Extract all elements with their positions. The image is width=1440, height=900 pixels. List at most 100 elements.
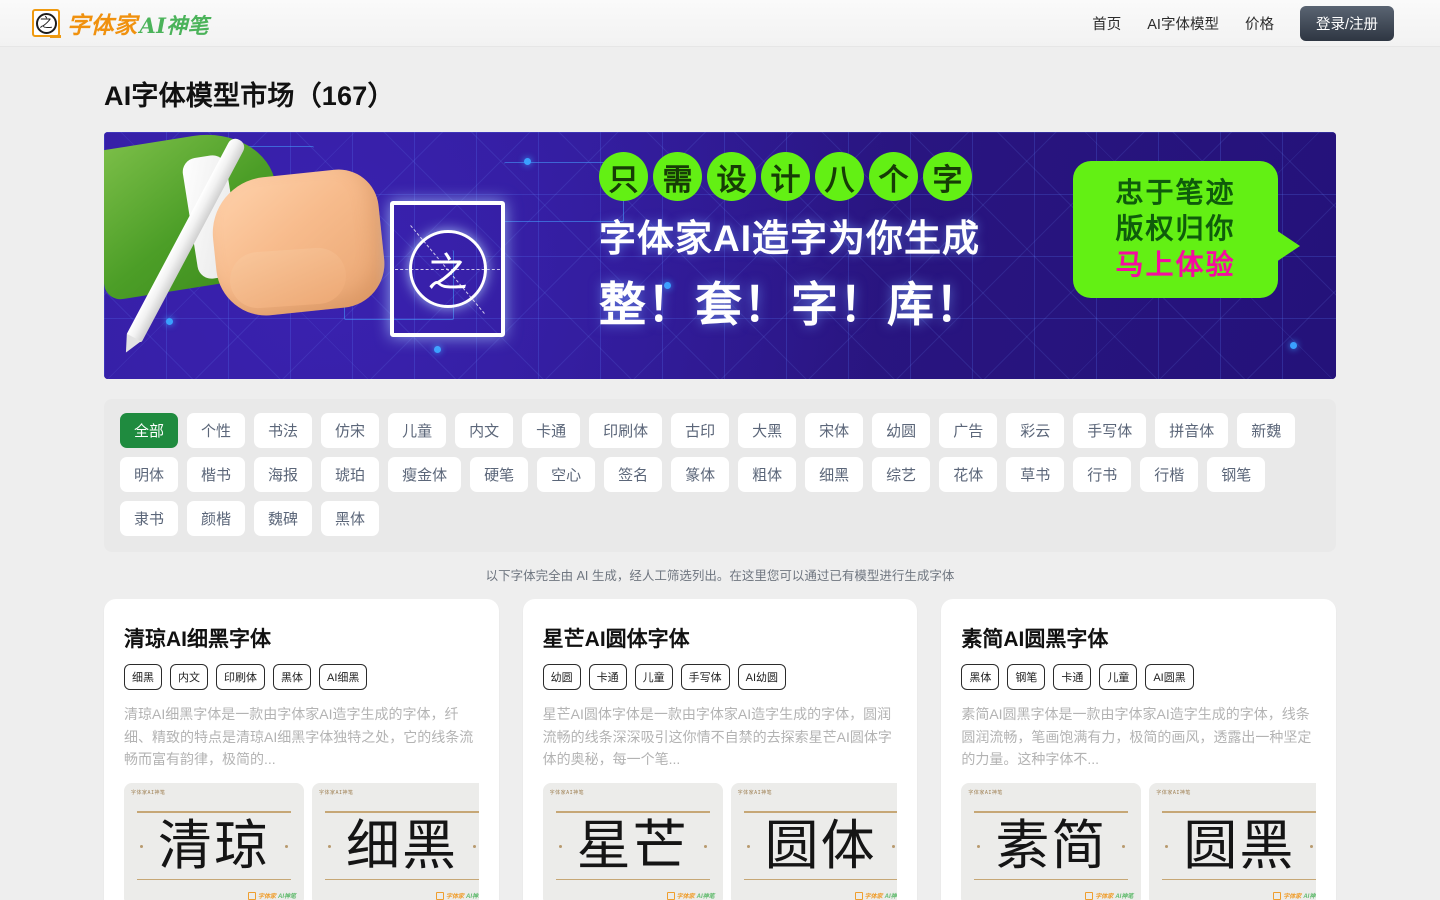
- illustration-knuckles: [228, 246, 348, 310]
- filter-tag-21[interactable]: 瘦金体: [388, 457, 462, 492]
- filter-tag-16[interactable]: 新魏: [1237, 413, 1296, 448]
- watermark-text-ai: AI神笔: [465, 894, 479, 900]
- filter-tag-10[interactable]: 宋体: [805, 413, 864, 448]
- card-tag-2[interactable]: 印刷体: [216, 664, 265, 690]
- filter-tag-15[interactable]: 拼音体: [1155, 413, 1229, 448]
- preview-characters: 清琼: [158, 813, 270, 877]
- filter-tag-26[interactable]: 粗体: [738, 457, 797, 492]
- filter-tag-27[interactable]: 细黑: [805, 457, 864, 492]
- filter-tag-12[interactable]: 广告: [939, 413, 998, 448]
- font-preview-tile[interactable]: 字体家AI神笔细黑字体家AI神笔: [312, 783, 479, 900]
- card-tag-list: 黑体 钢笔 卡通 儿童 AI圆黑: [961, 664, 1316, 690]
- filter-tag-34[interactable]: 隶书: [120, 501, 179, 536]
- card-description: 素简AI圆黑字体是一款由字体家AI造字生成的字体，线条圆润流畅，笔画饱满有力，极…: [961, 706, 1312, 768]
- banner-headline: 字体家AI造字为你生成: [599, 218, 980, 259]
- banner-bubble-row: 只 需 设 计 八 个 字: [599, 152, 1059, 201]
- filter-tag-25[interactable]: 篆体: [671, 457, 730, 492]
- banner-bubble: 个: [869, 152, 918, 201]
- filter-tag-8[interactable]: 古印: [671, 413, 730, 448]
- card-tag-4[interactable]: AI圆黑: [1145, 664, 1194, 690]
- filter-tag-31[interactable]: 行书: [1073, 457, 1132, 492]
- font-preview-tile[interactable]: 字体家AI神笔 素简 字体家 AI神笔: [961, 783, 1142, 900]
- filter-tag-0[interactable]: 全部: [120, 413, 179, 448]
- font-model-card[interactable]: 星芒AI圆体字体 幼圆 卡通 儿童 手写体 AI幼圆 星芒AI圆体字体是一款由字体家AI造字…: [522, 599, 918, 900]
- card-preview-row: 字体家AI神笔素简字体家AI神笔字体家AI神笔圆黑字体家AI神笔: [961, 783, 1316, 900]
- font-model-grid: 清琼AI细黑字体 细黑 内文 印刷体 黑体 AI细黑 清琼AI细黑字体是一款由字体家AI造字…: [104, 599, 1336, 900]
- filter-tag-7[interactable]: 印刷体: [589, 413, 663, 448]
- filter-tag-9[interactable]: 大黑: [738, 413, 797, 448]
- banner-callout[interactable]: 忠于笔迹 版权归你 马上体验: [1073, 161, 1300, 299]
- card-tag-0[interactable]: 幼圆: [542, 664, 581, 690]
- filter-tag-6[interactable]: 卡通: [522, 413, 581, 448]
- filter-tag-24[interactable]: 签名: [604, 457, 663, 492]
- card-tag-list: 细黑 内文 印刷体 黑体 AI细黑: [124, 664, 479, 690]
- filter-tag-35[interactable]: 颜楷: [187, 501, 246, 536]
- filter-tag-36[interactable]: 魏碑: [254, 501, 313, 536]
- callout-line-2: 版权归你: [1115, 212, 1236, 244]
- watermark-text-ai: AI神笔: [696, 894, 715, 900]
- logo-square-icon: 之: [32, 9, 61, 38]
- filter-tag-28[interactable]: 综艺: [872, 457, 931, 492]
- nav-ai-font-models[interactable]: AI字体模型: [1147, 13, 1219, 34]
- nav-home[interactable]: 首页: [1092, 13, 1121, 34]
- card-tag-2[interactable]: 卡通: [1053, 664, 1092, 690]
- filter-tag-19[interactable]: 海报: [254, 457, 313, 492]
- watermark-square-icon: [666, 891, 675, 900]
- card-tag-3[interactable]: 儿童: [1099, 664, 1138, 690]
- card-tag-3[interactable]: 黑体: [273, 664, 311, 690]
- card-title: 星芒AI圆体字体: [542, 628, 690, 651]
- card-tag-4[interactable]: AI细黑: [319, 664, 368, 690]
- filter-tag-33[interactable]: 钢笔: [1207, 457, 1266, 492]
- filter-tag-5[interactable]: 内文: [455, 413, 514, 448]
- login-register-button[interactable]: 登录/注册: [1299, 5, 1394, 41]
- font-preview-tile[interactable]: 字体家AI神笔 清琼 字体家 AI神笔: [124, 783, 304, 900]
- nav-pricing[interactable]: 价格: [1245, 13, 1274, 34]
- banner-subheadline: 整！套！字！库！: [599, 278, 983, 331]
- filter-tag-17[interactable]: 明体: [120, 457, 179, 492]
- card-tag-1[interactable]: 卡通: [588, 664, 627, 690]
- filter-tag-3[interactable]: 仿宋: [321, 413, 380, 448]
- filter-tag-18[interactable]: 楷书: [187, 457, 246, 492]
- filter-tag-11[interactable]: 幼圆: [872, 413, 931, 448]
- site-logo[interactable]: 之 字体家 AI神笔: [32, 6, 209, 40]
- watermark-text-cn: 字体家: [1283, 894, 1302, 900]
- filter-tag-14[interactable]: 手写体: [1073, 413, 1147, 448]
- filter-tag-22[interactable]: 硬笔: [470, 457, 529, 492]
- filter-tag-23[interactable]: 空心: [537, 457, 596, 492]
- preview-caption: 字体家AI神笔: [549, 790, 585, 796]
- preview-watermark: 字体家AI神笔: [854, 891, 897, 900]
- preview-caption: 字体家AI神笔: [131, 790, 166, 796]
- promo-banner[interactable]: 之 只 需 设 计 八 个 字 字体家AI造字为你生成 整！套！字！库！ 忠于笔…: [104, 132, 1336, 379]
- watermark-text-cn: 字体家: [1095, 894, 1114, 900]
- filter-tag-1[interactable]: 个性: [187, 413, 246, 448]
- filter-tag-2[interactable]: 书法: [254, 413, 313, 448]
- watermark-square-icon: [1085, 891, 1094, 900]
- card-tag-0[interactable]: 黑体: [961, 664, 1000, 690]
- preview-watermark: 字体家AI神笔: [666, 891, 715, 900]
- filter-tag-32[interactable]: 行楷: [1140, 457, 1199, 492]
- filter-tag-4[interactable]: 儿童: [388, 413, 447, 448]
- watermark-square-icon: [435, 891, 444, 900]
- card-tag-2[interactable]: 儿童: [634, 664, 673, 690]
- card-tag-4[interactable]: AI幼圆: [737, 664, 787, 690]
- filter-tag-29[interactable]: 花体: [939, 457, 998, 492]
- font-model-card[interactable]: 素简AI圆黑字体 黑体 钢笔 卡通 儿童 AI圆黑素简AI圆黑字体是一款由字体家AI造字生…: [941, 599, 1336, 900]
- font-preview-tile[interactable]: 字体家AI神笔圆黑字体家AI神笔: [1149, 783, 1316, 900]
- card-tag-3[interactable]: 手写体: [680, 664, 730, 690]
- watermark-square-icon: [854, 891, 863, 900]
- preview-watermark: 字体家AI神笔: [247, 891, 296, 900]
- font-preview-tile[interactable]: 字体家AI神笔 星芒 字体家 AI神笔: [542, 783, 723, 900]
- card-tag-0[interactable]: 细黑: [124, 664, 162, 690]
- filter-tag-37[interactable]: 黑体: [321, 501, 380, 536]
- preview-characters: 细黑: [346, 813, 458, 877]
- site-header: 之 字体家 AI神笔 首页 AI字体模型 价格 登录/注册: [0, 0, 1440, 47]
- card-tag-1[interactable]: 内文: [170, 664, 208, 690]
- font-model-card[interactable]: 清琼AI细黑字体 细黑 内文 印刷体 黑体 AI细黑 清琼AI细黑字体是一款由字体家AI造字…: [104, 599, 499, 900]
- font-preview-tile[interactable]: 字体家AI神笔圆体字体家AI神笔: [730, 783, 898, 900]
- filter-tag-13[interactable]: 彩云: [1006, 413, 1065, 448]
- filter-tag-20[interactable]: 琥珀: [321, 457, 380, 492]
- card-tag-1[interactable]: 钢笔: [1007, 664, 1046, 690]
- card-title: 素简AI圆黑字体: [961, 628, 1109, 651]
- banner-bubble: 计: [761, 152, 810, 201]
- filter-tag-30[interactable]: 草书: [1006, 457, 1065, 492]
